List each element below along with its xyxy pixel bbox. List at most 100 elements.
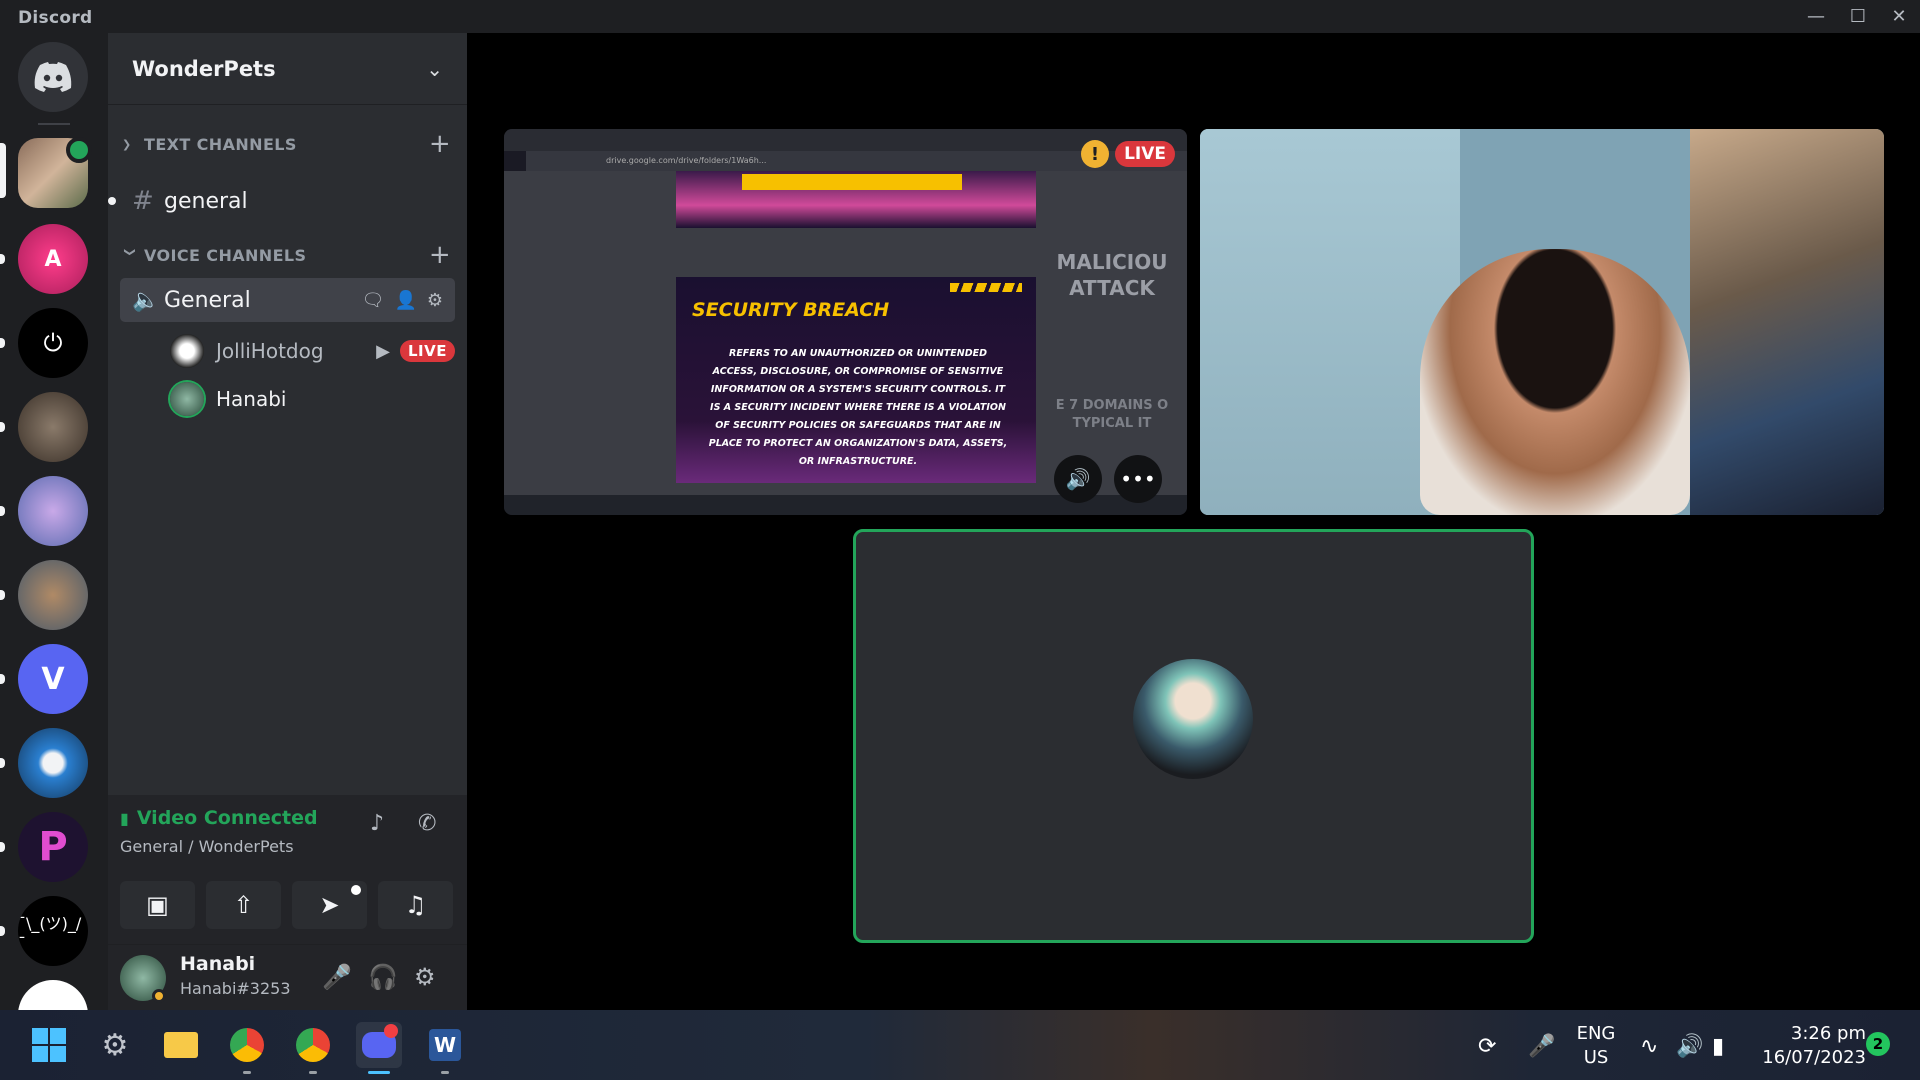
speaker-icon: 🔈 <box>132 287 160 313</box>
avatar <box>170 334 204 368</box>
category-text-channels[interactable]: ❯ TEXT CHANNELS + <box>116 129 459 159</box>
voice-member-hanabi[interactable]: Hanabi <box>170 379 455 419</box>
voice-channel-general[interactable]: 🔈 General 🗨 👤 ⚙ <box>120 278 455 322</box>
title-bar: Discord — ☐ ✕ <box>0 0 1920 33</box>
slide-content: SECURITY BREACH REFERS TO AN UNAUTHORIZE… <box>676 277 1036 483</box>
discord-app[interactable] <box>356 1022 402 1074</box>
hash-icon: # <box>132 186 154 216</box>
server-partial[interactable] <box>18 980 88 1010</box>
camera-icon: ▶ <box>376 340 390 362</box>
voice-location[interactable]: General / WonderPets <box>120 837 294 856</box>
server-shrug[interactable]: ¯\_(ツ)_/¯ <box>18 896 88 966</box>
gear-icon[interactable]: ⚙ <box>414 963 436 991</box>
server-rail: A ⏻ V P ¯\_(ツ)_/¯ <box>0 33 108 1010</box>
settings-app[interactable]: ⚙ <box>92 1022 138 1068</box>
camera-tile[interactable] <box>1200 129 1884 515</box>
server-avengers[interactable]: A <box>18 224 88 294</box>
unread-pill <box>0 758 5 768</box>
plus-icon[interactable]: + <box>429 240 451 270</box>
avatar <box>170 382 204 416</box>
stream-tile[interactable]: drive.google.com/drive/folders/1Wa6h... … <box>504 129 1187 515</box>
minimize-button[interactable]: — <box>1795 0 1837 33</box>
unread-pill <box>0 254 5 264</box>
channel-sidebar: WonderPets ⌄ ❯ TEXT CHANNELS + # general… <box>108 33 467 1010</box>
category-voice-channels[interactable]: ❯ VOICE CHANNELS + <box>116 240 459 270</box>
gear-icon[interactable]: ⚙ <box>427 290 443 311</box>
plus-icon[interactable]: + <box>429 129 451 159</box>
channel-name: general <box>164 188 248 214</box>
file-explorer-app[interactable] <box>158 1022 204 1068</box>
voice-channel-actions: 🗨 👤 ⚙ <box>362 290 443 311</box>
date: 16/07/2023 <box>1762 1047 1866 1068</box>
server-valorant[interactable]: V <box>18 644 88 714</box>
running-indicator <box>309 1071 317 1074</box>
unread-pill <box>0 338 5 348</box>
invite-icon[interactable]: 👤 <box>394 290 416 311</box>
chrome-icon <box>230 1028 264 1062</box>
noise-suppression-icon[interactable]: ♪ <box>370 811 384 836</box>
slide-side-text: MALICIOU ATTACK <box>1056 250 1168 300</box>
wifi-icon[interactable]: ∿ <box>1640 1034 1658 1059</box>
word-app[interactable]: W <box>422 1022 468 1074</box>
p-logo-icon: P <box>38 824 68 870</box>
server-anime[interactable] <box>18 476 88 546</box>
camera-button[interactable]: ▣ <box>120 881 195 929</box>
activity-button[interactable]: ➤ <box>292 881 367 929</box>
maximize-button[interactable]: ☐ <box>1837 0 1879 33</box>
language-indicator[interactable]: ENG US <box>1572 1022 1620 1070</box>
more-options-button[interactable]: ••• <box>1114 455 1162 503</box>
sync-icon[interactable]: ⟳ <box>1478 1034 1496 1059</box>
headphones-icon[interactable]: 🎧 <box>368 963 398 991</box>
start-button[interactable] <box>26 1022 72 1068</box>
server-wolf[interactable] <box>18 392 88 462</box>
lang-code: ENG <box>1576 1023 1616 1044</box>
server-snowflake[interactable] <box>18 728 88 798</box>
battery-icon[interactable]: ▮ <box>1712 1034 1724 1059</box>
guild-header[interactable]: WonderPets ⌄ <box>108 33 467 105</box>
unread-pill <box>0 842 5 852</box>
hanabi-avatar <box>1133 659 1253 779</box>
rail-separator <box>38 123 70 125</box>
volume-icon[interactable]: 🔊 <box>1676 1034 1703 1059</box>
disconnect-icon[interactable]: ✆ <box>418 811 436 836</box>
signal-icon: ▮ <box>120 808 129 828</box>
category-label: VOICE CHANNELS <box>144 245 307 265</box>
unread-pill <box>0 590 5 600</box>
soundboard-button[interactable]: ♫ <box>378 881 453 929</box>
member-name: Hanabi <box>216 387 287 411</box>
close-window-button[interactable]: ✕ <box>1878 0 1920 33</box>
app-title: Discord <box>18 8 93 28</box>
valorant-logo-icon: V <box>41 661 65 697</box>
server-power[interactable]: ⏻ <box>18 308 88 378</box>
volume-button[interactable]: 🔊 <box>1054 455 1102 503</box>
notification-count-badge[interactable]: 2 <box>1866 1032 1890 1056</box>
channel-general-text[interactable]: # general <box>120 179 455 223</box>
server-cat[interactable] <box>18 560 88 630</box>
microphone-icon[interactable]: 🎤 <box>322 963 352 991</box>
warning-icon[interactable]: ! <box>1081 140 1109 168</box>
chat-icon[interactable]: 🗨 <box>362 290 385 311</box>
camera-icon: ▣ <box>146 891 169 919</box>
unread-pill <box>0 422 5 432</box>
hanabi-tile[interactable] <box>853 529 1534 943</box>
server-p[interactable]: P <box>18 812 88 882</box>
voice-connection-panel: ▮ Video Connected General / WonderPets ♪… <box>108 795 467 945</box>
microphone-icon[interactable]: 🎤 <box>1528 1034 1555 1059</box>
category-label: TEXT CHANNELS <box>144 134 297 154</box>
user-tag: Hanabi#3253 <box>180 979 291 998</box>
soundboard-icon: ♫ <box>404 891 427 919</box>
voice-member-jollihotdog[interactable]: JolliHotdog ▶ LIVE <box>170 331 455 371</box>
clock[interactable]: 3:26 pm 16/07/2023 <box>1756 1022 1866 1070</box>
active-indicator <box>368 1071 390 1074</box>
chrome-app-2[interactable] <box>290 1022 336 1074</box>
server-avengers-logo: A <box>44 246 62 272</box>
slide-top-bar <box>742 174 962 190</box>
voice-channel-name: General <box>164 287 251 313</box>
running-indicator <box>441 1071 449 1074</box>
notification-badge <box>384 1024 398 1038</box>
shrug-logo-icon: ¯\_(ツ)_/¯ <box>18 913 82 953</box>
home-button[interactable] <box>18 42 88 112</box>
chrome-app-1[interactable] <box>224 1022 270 1074</box>
member-name: JolliHotdog <box>216 339 324 363</box>
screen-share-button[interactable]: ⇧ <box>206 881 281 929</box>
